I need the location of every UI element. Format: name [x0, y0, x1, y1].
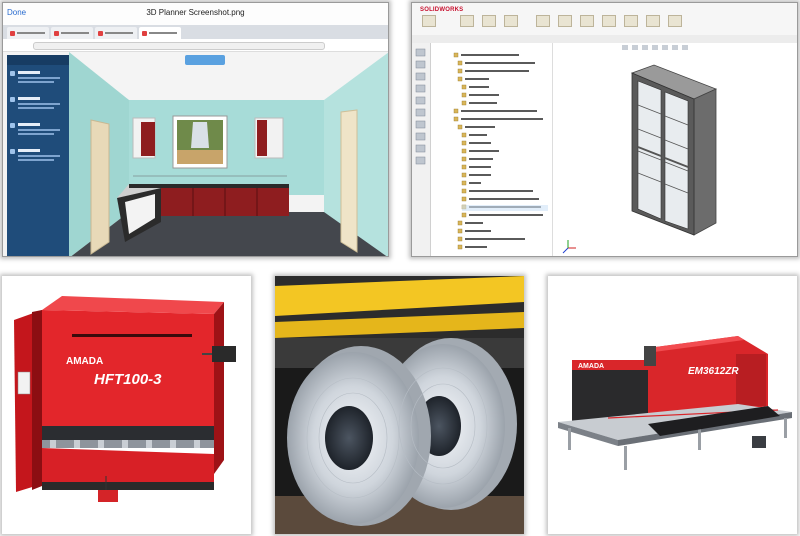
kitchen-3d-view — [69, 52, 388, 256]
ribbon-button[interactable] — [482, 15, 496, 27]
browser-tab-strip — [3, 25, 388, 39]
solidworks-logo: SOLIDWORKS — [420, 7, 464, 13]
solidworks-screenshot: SOLIDWORKS — [411, 2, 798, 257]
sidebar-item[interactable] — [10, 95, 66, 119]
model-text: HFT100-3 — [94, 371, 162, 388]
planner-sidebar — [7, 55, 69, 256]
amada-brand-text: AMADA — [66, 356, 103, 367]
ribbon-button[interactable] — [624, 15, 638, 27]
ribbon-button[interactable] — [460, 15, 474, 27]
browser-tab[interactable] — [51, 27, 93, 39]
screenshot-title: 3D Planner Screenshot.png — [146, 8, 245, 17]
sidebar-item[interactable] — [10, 147, 66, 171]
ribbon-button[interactable] — [536, 15, 550, 27]
browser-tab[interactable] — [95, 27, 137, 39]
press-brake-photo: AMADA HFT100-3 — [2, 276, 251, 534]
punch-press-photo: AMADA EM3612ZR — [548, 276, 797, 534]
ribbon-button[interactable] — [504, 15, 518, 27]
kitchen-planner-screenshot: Done 3D Planner Screenshot.png — [2, 2, 389, 257]
solidworks-ribbon: SOLIDWORKS — [412, 3, 797, 36]
address-bar[interactable] — [3, 39, 388, 52]
sidebar-item[interactable] — [10, 69, 66, 93]
ribbon-button[interactable] — [422, 15, 436, 27]
command-manager-tabs — [412, 35, 797, 43]
steel-coils-photo — [275, 276, 524, 534]
sidebar-item[interactable] — [10, 121, 66, 145]
sketch-toolbar — [412, 43, 431, 256]
feature-manager-tree — [432, 43, 553, 256]
toolbar-chip[interactable] — [185, 55, 225, 65]
screenshot-title-bar: Done 3D Planner Screenshot.png — [3, 3, 388, 26]
amada-brand-text: AMADA — [578, 363, 604, 370]
ribbon-button[interactable] — [668, 15, 682, 27]
browser-tab[interactable] — [7, 27, 49, 39]
model-viewport[interactable] — [554, 43, 797, 256]
ribbon-button[interactable] — [602, 15, 616, 27]
model-text: EM3612ZR — [688, 366, 739, 377]
browser-tab-active[interactable] — [139, 27, 181, 39]
ribbon-button[interactable] — [646, 15, 660, 27]
ribbon-button[interactable] — [580, 15, 594, 27]
ribbon-button[interactable] — [558, 15, 572, 27]
